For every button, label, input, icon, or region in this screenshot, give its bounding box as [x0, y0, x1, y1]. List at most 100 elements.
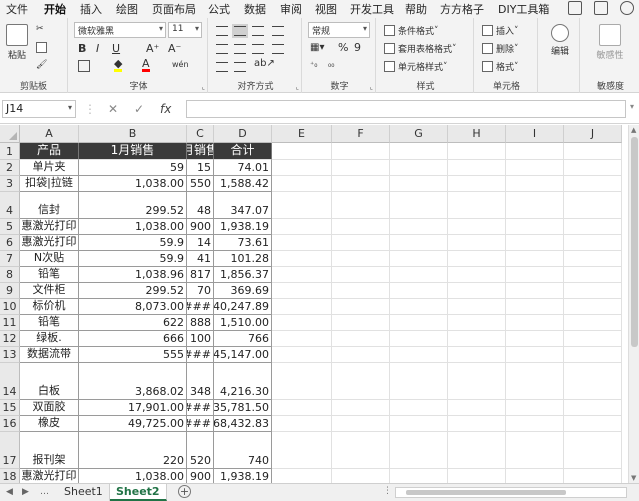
grid-cell[interactable] — [272, 283, 332, 299]
grid-cell[interactable] — [506, 219, 564, 235]
grid-cell[interactable]: 299.52 — [79, 192, 187, 219]
column-header[interactable]: C — [187, 125, 214, 143]
grid-cell[interactable] — [272, 160, 332, 176]
grid-cell[interactable] — [506, 363, 564, 400]
increase-decimal-icon[interactable]: ⁺₀ — [310, 60, 317, 69]
row-header[interactable]: 18 — [0, 469, 20, 483]
grid-cell[interactable] — [332, 299, 390, 315]
grid-cell[interactable]: 347.07 — [214, 192, 272, 219]
grid-cell[interactable] — [506, 347, 564, 363]
grid-cell[interactable] — [390, 315, 448, 331]
column-header[interactable]: D — [214, 125, 272, 143]
cancel-icon[interactable]: ✕ — [108, 102, 118, 116]
row-header[interactable]: 1 — [0, 143, 20, 160]
grid-cell[interactable] — [506, 160, 564, 176]
row-header[interactable]: 7 — [0, 251, 20, 267]
grid-cell[interactable] — [390, 219, 448, 235]
grid-cell[interactable]: 59.9 — [79, 235, 187, 251]
percent-button[interactable]: % — [338, 41, 348, 54]
grid-cell[interactable] — [506, 432, 564, 469]
grid-cell[interactable] — [564, 143, 622, 160]
grid-cell[interactable]: 40,247.89 — [214, 299, 272, 315]
grid-cell[interactable] — [506, 251, 564, 267]
grid-cell[interactable] — [448, 400, 506, 416]
menu-item-6[interactable]: 数据 — [244, 1, 266, 17]
grid-cell[interactable]: 14 — [187, 235, 214, 251]
grid-cell[interactable] — [272, 469, 332, 483]
grid-cell[interactable] — [448, 267, 506, 283]
grid-cell[interactable] — [390, 192, 448, 219]
header-cell[interactable]: 产品 — [20, 143, 79, 160]
grid-cell[interactable] — [564, 416, 622, 432]
next-sheet-icon[interactable]: ▶ — [22, 487, 29, 497]
grid-cell[interactable]: 1,038.00 — [79, 469, 187, 483]
column-header[interactable]: E — [272, 125, 332, 143]
header-cell[interactable]: 合计 — [214, 143, 272, 160]
increase-indent-icon[interactable] — [234, 62, 246, 72]
dialog-launcher-icon[interactable]: ⌞ — [202, 83, 205, 91]
grid-cell[interactable] — [390, 331, 448, 347]
grid-cell[interactable]: ### — [187, 400, 214, 416]
grid-cell[interactable] — [272, 192, 332, 219]
grid-cell[interactable] — [332, 347, 390, 363]
grid-cell[interactable]: 1,038.96 — [79, 267, 187, 283]
grid-cell[interactable] — [272, 251, 332, 267]
phonetic-button[interactable]: wén — [172, 60, 189, 69]
align-top-icon[interactable] — [216, 26, 228, 36]
grid-cell[interactable] — [564, 469, 622, 483]
grid-cell[interactable] — [272, 267, 332, 283]
grid-cell[interactable]: 740 — [214, 432, 272, 469]
grid-cell[interactable] — [390, 283, 448, 299]
grid-cell[interactable] — [448, 331, 506, 347]
grid-cell[interactable]: 单片夹 — [20, 160, 79, 176]
grid-cell[interactable]: ### — [187, 299, 214, 315]
grid-cell[interactable] — [390, 432, 448, 469]
grid-cell[interactable]: 1,510.00 — [214, 315, 272, 331]
worksheet-grid[interactable]: ABCDEFGHIJ1产品1月销售月销售合计2单片夹591574.013扣袋|拉… — [0, 125, 628, 483]
row-header[interactable]: 10 — [0, 299, 20, 315]
row-header[interactable]: 6 — [0, 235, 20, 251]
grid-cell[interactable]: 铅笔 — [20, 315, 79, 331]
grid-cell[interactable] — [564, 219, 622, 235]
grid-cell[interactable]: 惠激光打印 — [20, 469, 79, 483]
grid-cell[interactable] — [390, 416, 448, 432]
grid-cell[interactable] — [272, 432, 332, 469]
grid-cell[interactable]: 299.52 — [79, 283, 187, 299]
row-header[interactable]: 15 — [0, 400, 20, 416]
grid-cell[interactable] — [448, 160, 506, 176]
grid-cell[interactable] — [448, 219, 506, 235]
vertical-scroll-thumb[interactable] — [631, 137, 638, 347]
grid-cell[interactable] — [564, 400, 622, 416]
column-header[interactable]: A — [20, 125, 79, 143]
delete-button[interactable]: 删除 ˅ — [482, 42, 519, 55]
grid-cell[interactable] — [564, 267, 622, 283]
grid-cell[interactable] — [564, 235, 622, 251]
column-header[interactable]: F — [332, 125, 390, 143]
grid-cell[interactable] — [506, 176, 564, 192]
scroll-down-icon[interactable]: ▼ — [631, 474, 636, 482]
grid-cell[interactable] — [448, 347, 506, 363]
align-bottom-icon[interactable] — [252, 26, 264, 36]
grid-cell[interactable]: 817 — [187, 267, 214, 283]
grid-cell[interactable]: 标价机 — [20, 299, 79, 315]
tab-splitter-icon[interactable]: ⋮ — [383, 486, 392, 496]
sensitivity-button[interactable]: 敏感性 — [590, 24, 630, 61]
grid-cell[interactable]: ### — [187, 416, 214, 432]
row-header[interactable]: 2 — [0, 160, 20, 176]
insert-button[interactable]: 插入 ˅ — [482, 24, 519, 37]
grid-cell[interactable] — [332, 192, 390, 219]
grid-cell[interactable]: 8,073.00 — [79, 299, 187, 315]
grid-cell[interactable] — [564, 192, 622, 219]
grid-cell[interactable] — [448, 363, 506, 400]
grid-cell[interactable] — [332, 315, 390, 331]
grid-cell[interactable] — [390, 143, 448, 160]
grid-cell[interactable]: 74.01 — [214, 160, 272, 176]
grid-cell[interactable]: 59 — [79, 160, 187, 176]
grid-cell[interactable] — [390, 267, 448, 283]
grid-cell[interactable]: 666 — [79, 331, 187, 347]
menu-item-10[interactable]: 帮助 — [405, 1, 427, 17]
format-as-table-button[interactable]: 套用表格格式 ˅ — [384, 42, 457, 55]
more-sheets-icon[interactable]: … — [40, 487, 49, 497]
menu-item-12[interactable]: DIY工具箱 — [498, 1, 549, 17]
grid-cell[interactable] — [564, 251, 622, 267]
